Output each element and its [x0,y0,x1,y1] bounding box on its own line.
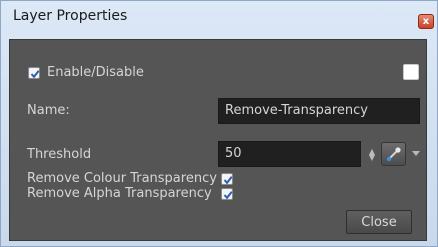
picker-dropdown-icon[interactable] [412,151,420,156]
close-button[interactable]: Close [346,210,412,234]
name-input[interactable]: Remove-Transparency [218,98,420,124]
checkmark-icon [223,176,233,185]
window-title: Layer Properties [13,8,128,24]
checkmark-icon [30,70,40,79]
threshold-spinner[interactable]: ▲ ▼ [368,148,376,162]
remove-colour-checkbox[interactable] [221,173,233,185]
color-picker-icon [386,147,401,162]
enable-checkbox[interactable] [28,67,40,79]
spinner-down-icon[interactable]: ▼ [368,154,376,162]
close-glyph: x [422,16,430,27]
checkmark-icon [223,191,233,200]
remove-alpha-checkbox[interactable] [221,188,233,200]
color-swatch[interactable] [403,64,419,80]
window-close-icon[interactable]: x [418,14,434,29]
properties-panel: Enable/Disable Name: Remove-Transparency… [9,39,427,241]
enable-label: Enable/Disable [47,65,144,80]
name-label: Name: [27,103,70,118]
threshold-input[interactable]: 50 [218,141,361,167]
remove-alpha-label: Remove Alpha Transparency [27,186,212,201]
layer-properties-window: Layer Properties x Enable/Disable Name: … [0,0,438,247]
remove-colour-label: Remove Colour Transparency [27,171,217,186]
threshold-picker-button[interactable] [381,142,406,166]
threshold-label: Threshold [27,147,92,162]
title-bar[interactable]: Layer Properties x [1,1,437,33]
